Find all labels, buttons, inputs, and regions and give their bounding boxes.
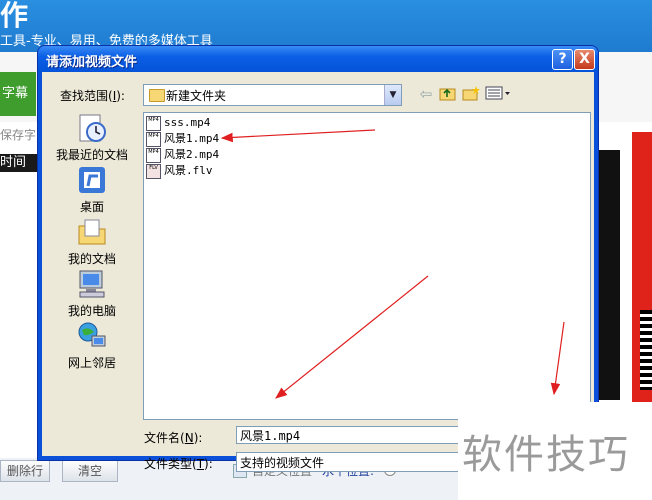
place-label: 网上邻居: [67, 356, 116, 370]
look-in-label: 查找范围(I):: [60, 89, 125, 103]
app-header: 作 工具-专业、易用、免费的多媒体工具: [0, 0, 652, 52]
place-network[interactable]: 网上邻居: [52, 320, 132, 371]
file-item[interactable]: MP4 风景1.mp4: [146, 131, 219, 147]
place-my-documents[interactable]: 我的文档: [52, 216, 132, 267]
look-in-dropdown[interactable]: 新建文件夹 ▼: [143, 84, 402, 106]
place-my-computer[interactable]: 我的电脑: [52, 268, 132, 319]
look-in-value: 新建文件夹: [166, 89, 227, 103]
file-name: 风景1.mp4: [164, 132, 220, 145]
file-type-label: 文件类型(T):: [144, 457, 213, 471]
add-video-dialog: 请添加视频文件 ? X 查找范围(I): 新建文件夹 ▼ ⇦ 我最近的文档 桌面…: [38, 46, 598, 472]
file-name: 风景2.mp4: [164, 148, 220, 161]
place-desktop[interactable]: 桌面: [52, 164, 132, 215]
place-recent[interactable]: 我最近的文档: [52, 112, 132, 163]
dialog-body: 查找范围(I): 新建文件夹 ▼ ⇦ 我最近的文档 桌面 我的文档 我的电脑 网…: [42, 72, 594, 472]
clear-button[interactable]: 清空: [62, 460, 118, 482]
dialog-title: 请添加视频文件: [46, 55, 138, 70]
time-column-header: 时间: [0, 154, 38, 172]
file-item[interactable]: MP4 sss.mp4: [146, 115, 210, 131]
subtitle-list: [0, 172, 41, 452]
subtitle-tab[interactable]: 字幕: [0, 72, 36, 116]
chevron-down-icon[interactable]: ▼: [384, 85, 401, 105]
folder-icon: [149, 89, 165, 102]
my-documents-icon: [76, 216, 108, 248]
network-places-icon: [76, 320, 108, 352]
my-computer-icon: [76, 268, 108, 300]
qr-code: [640, 310, 652, 390]
view-menu-icon[interactable]: [484, 85, 512, 103]
video-preview: [598, 150, 620, 400]
file-name: 风景.flv: [164, 164, 213, 177]
file-item[interactable]: FLV 风景.flv: [146, 163, 213, 179]
delete-row-button[interactable]: 删除行: [0, 460, 51, 482]
mp4-file-icon: MP4: [146, 115, 161, 131]
place-label: 我的电脑: [67, 304, 116, 318]
up-folder-icon[interactable]: [438, 85, 458, 103]
file-list[interactable]: MP4 sss.mp4 MP4 风景1.mp4 MP4 风景2.mp4 FLV 风景.f…: [143, 112, 591, 420]
new-folder-icon[interactable]: [461, 85, 481, 103]
dialog-titlebar[interactable]: 请添加视频文件 ? X: [38, 46, 598, 72]
recent-documents-icon: [76, 112, 108, 144]
file-name: sss.mp4: [164, 116, 211, 129]
place-label: 我的文档: [67, 252, 116, 266]
back-arrow-icon[interactable]: ⇦: [416, 85, 436, 103]
mp4-file-icon: MP4: [146, 131, 161, 147]
help-button[interactable]: ?: [552, 49, 573, 70]
places-bar: 我最近的文档 桌面 我的文档 我的电脑 网上邻居: [52, 112, 132, 412]
flv-file-icon: FLV: [146, 163, 161, 179]
mp4-file-icon: MP4: [146, 147, 161, 163]
place-label: 我最近的文档: [55, 148, 128, 162]
desktop-icon: [76, 164, 108, 196]
app-title: 作: [0, 0, 29, 32]
watermark: 软件技巧: [462, 432, 630, 478]
file-name-label: 文件名(N):: [144, 431, 203, 445]
close-button[interactable]: X: [574, 49, 595, 70]
file-item[interactable]: MP4 风景2.mp4: [146, 147, 219, 163]
place-label: 桌面: [79, 200, 104, 214]
save-subtitle-label: 保存字: [0, 128, 37, 142]
